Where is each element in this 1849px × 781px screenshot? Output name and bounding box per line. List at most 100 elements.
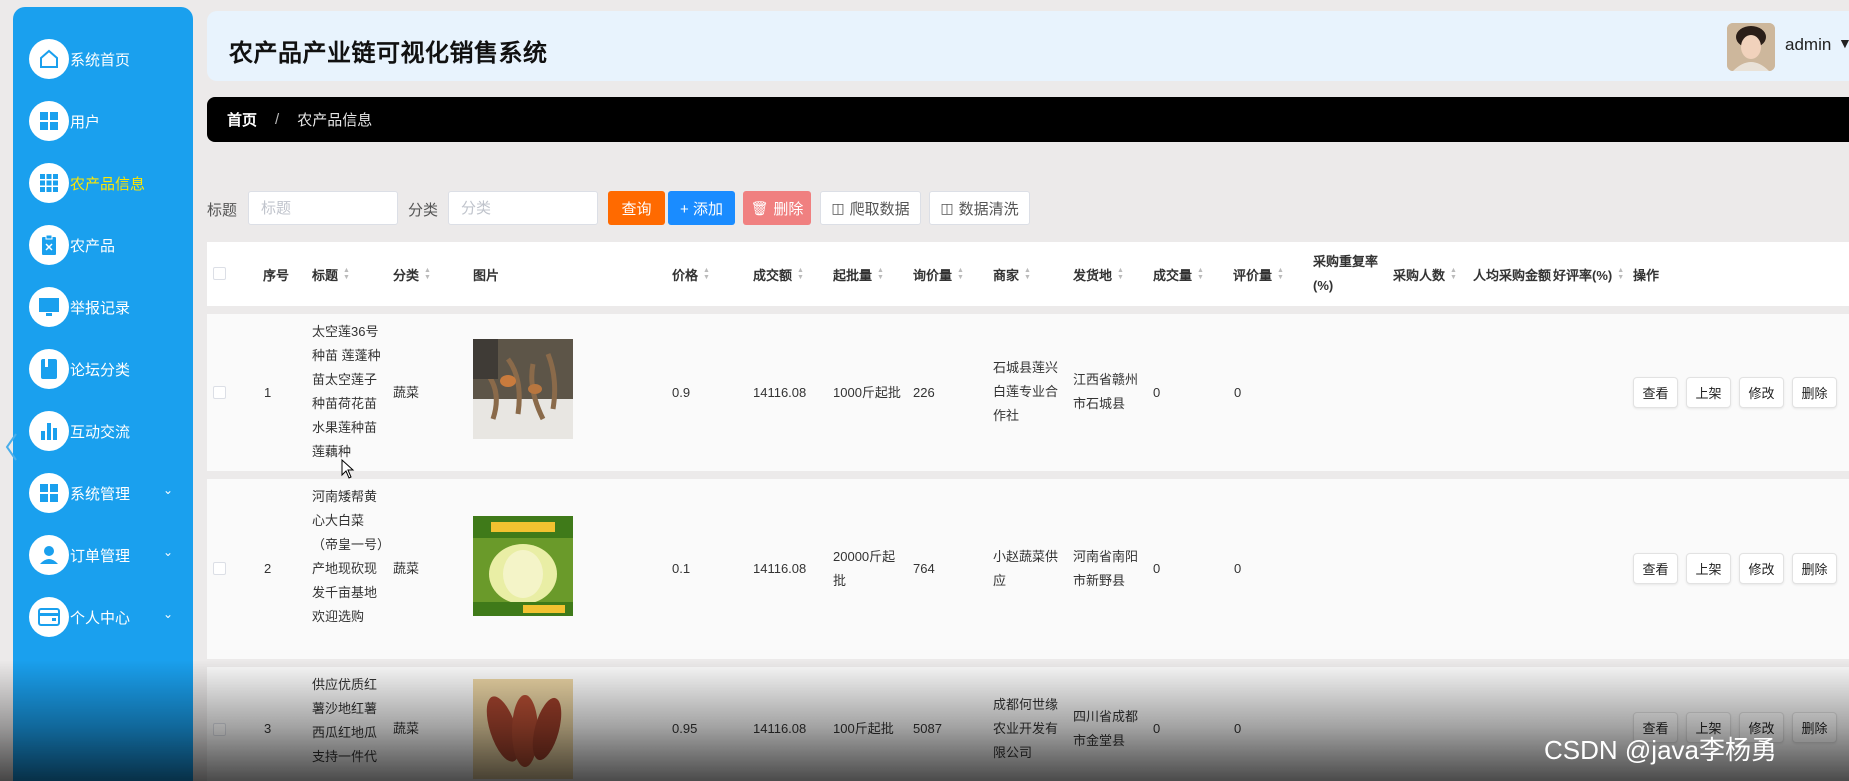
col-repurchase-rate[interactable]: 采购重复率 (%)	[1313, 242, 1378, 306]
col-price[interactable]: 价格 ▲ ▼	[672, 242, 710, 306]
sort-icon[interactable]: ▲ ▼	[1117, 267, 1124, 281]
col-inquiry[interactable]: 询价量 ▲ ▼	[913, 242, 964, 306]
row-min-batch: 20000斤起批	[833, 549, 896, 588]
delete-button[interactable]: 删除	[1792, 553, 1837, 584]
sidebar-item-products[interactable]: 农产品	[29, 223, 115, 267]
collapse-arrow-icon[interactable]	[4, 432, 18, 462]
username[interactable]: admin	[1785, 35, 1831, 55]
sidebar-item-label: 订单管理	[70, 547, 131, 565]
col-title[interactable]: 标题 ▲ ▼	[312, 242, 350, 306]
caret-down-icon[interactable]: ▼	[1838, 35, 1849, 51]
sort-icon[interactable]: ▲ ▼	[1617, 267, 1624, 281]
title-search-input[interactable]	[248, 191, 398, 225]
sidebar-item-home[interactable]: 系统首页	[29, 37, 130, 81]
sidebar-item-users[interactable]: 用户	[29, 99, 100, 143]
shelve-button[interactable]: 上架	[1686, 553, 1731, 584]
sort-icon[interactable]: ▲ ▼	[797, 267, 804, 281]
row-price: 0.1	[672, 561, 691, 576]
row-deals: 0	[1153, 561, 1161, 576]
home-icon	[29, 39, 69, 79]
sort-icon[interactable]: ▲ ▼	[877, 267, 884, 281]
row-turnover: 14116.08	[753, 384, 807, 400]
user-icon	[29, 535, 69, 575]
delete-button[interactable]: 删除	[1792, 377, 1837, 408]
col-reviews[interactable]: 评价量 ▲ ▼	[1233, 242, 1284, 306]
product-image-sweet-potato	[473, 679, 573, 779]
select-all-checkbox[interactable]	[213, 267, 226, 280]
col-avg-amount[interactable]: 人均采购金额	[1473, 242, 1553, 306]
sidebar-item-personal-center[interactable]: 个人中心	[29, 595, 130, 639]
sidebar-item-order-management[interactable]: 订单管理	[29, 533, 130, 577]
delete-button[interactable]: 删除	[1792, 712, 1837, 743]
product-image-lotus	[473, 339, 573, 439]
sidebar-item-reports[interactable]: 举报记录	[29, 285, 130, 329]
row-min-batch: 100斤起批	[833, 721, 894, 736]
sort-icon[interactable]: ▲ ▼	[1277, 267, 1284, 281]
clean-data-button[interactable]: ◫ 数据清洗	[929, 191, 1030, 225]
query-button[interactable]: 查询	[608, 191, 665, 225]
row-checkbox[interactable]	[213, 562, 226, 575]
sidebar-item-system-management[interactable]: 系统管理	[29, 471, 130, 515]
crawl-data-button[interactable]: ◫ 爬取数据	[820, 191, 921, 225]
book-icon	[29, 349, 69, 389]
row-reviews: 0	[1234, 721, 1242, 736]
col-merchant[interactable]: 商家 ▲ ▼	[993, 242, 1031, 306]
sidebar-item-interaction[interactable]: 互动交流	[29, 409, 130, 453]
row-deals: 0	[1153, 721, 1161, 736]
batch-delete-label: 删除	[773, 200, 804, 218]
sort-icon[interactable]: ▲ ▼	[343, 267, 350, 281]
col-buyers[interactable]: 采购人数 ▲ ▼	[1393, 242, 1457, 306]
col-category[interactable]: 分类 ▲ ▼	[393, 242, 431, 306]
edit-button[interactable]: 修改	[1739, 377, 1784, 408]
chevron-down-icon[interactable]: ⌄	[163, 483, 173, 497]
title-filter-label: 标题	[207, 202, 238, 219]
sidebar-item-label: 系统首页	[70, 51, 131, 69]
col-good-rate[interactable]: 好评率(%) ▲ ▼	[1553, 242, 1624, 306]
sort-icon[interactable]: ▲ ▼	[703, 267, 710, 281]
sort-icon[interactable]: ▲ ▼	[424, 267, 431, 281]
shelve-button[interactable]: 上架	[1686, 377, 1731, 408]
sidebar-item-forum-categories[interactable]: 论坛分类	[29, 347, 130, 391]
row-deals: 0	[1153, 384, 1161, 400]
bar-chart-icon	[29, 411, 69, 451]
sidebar-item-product-info[interactable]: 农产品信息	[29, 161, 145, 205]
sidebar-item-label: 互动交流	[70, 423, 131, 441]
clean-data-label: 数据清洗	[958, 200, 1019, 218]
row-index: 1	[264, 384, 272, 400]
row-checkbox[interactable]	[213, 723, 226, 736]
batch-delete-button[interactable]: 🗑 删除	[743, 191, 811, 225]
wallet-icon	[29, 597, 69, 637]
grid-icon	[29, 473, 69, 513]
sidebar-item-label: 用户	[70, 113, 101, 131]
edit-button[interactable]: 修改	[1739, 553, 1784, 584]
chevron-down-icon[interactable]: ⌄	[163, 545, 173, 559]
row-merchant: 成都何世缘农业开发有限公司	[993, 697, 1059, 760]
row-category: 蔬菜	[393, 721, 420, 736]
view-button[interactable]: 查看	[1633, 377, 1678, 408]
row-inquiry: 226	[913, 384, 935, 400]
row-merchant: 小赵蔬菜供应	[993, 549, 1059, 588]
trash-icon: 🗑	[750, 199, 769, 216]
product-image-cabbage	[473, 516, 573, 616]
breadcrumb-home[interactable]: 首页	[227, 109, 257, 130]
col-min-batch[interactable]: 起批量 ▲ ▼	[833, 242, 884, 306]
col-deals[interactable]: 成交量 ▲ ▼	[1153, 242, 1204, 306]
row-category: 蔬菜	[393, 561, 420, 576]
row-checkbox[interactable]	[213, 386, 226, 399]
row-turnover: 14116.08	[753, 561, 807, 576]
sort-icon[interactable]: ▲ ▼	[957, 267, 964, 281]
apps-icon	[29, 163, 69, 203]
sort-icon[interactable]: ▲ ▼	[1450, 267, 1457, 281]
col-actions: 操作	[1633, 267, 1660, 283]
add-button[interactable]: + 添加	[668, 191, 735, 225]
sort-icon[interactable]: ▲ ▼	[1197, 267, 1204, 281]
sidebar-item-label: 系统管理	[70, 485, 131, 503]
col-turnover[interactable]: 成交额 ▲ ▼	[753, 242, 804, 306]
view-button[interactable]: 查看	[1633, 553, 1678, 584]
category-search-input[interactable]	[448, 191, 598, 225]
clipboard-icon	[29, 225, 69, 265]
avatar[interactable]	[1727, 23, 1775, 71]
chevron-down-icon[interactable]: ⌄	[163, 607, 173, 621]
col-origin[interactable]: 发货地 ▲ ▼	[1073, 242, 1124, 306]
sort-icon[interactable]: ▲ ▼	[1024, 267, 1031, 281]
